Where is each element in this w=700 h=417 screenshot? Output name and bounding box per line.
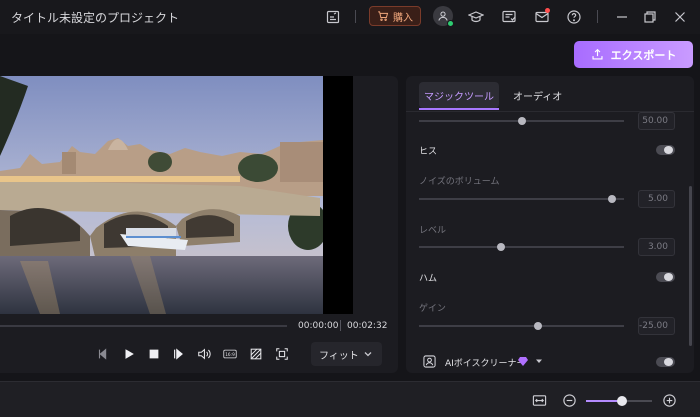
top-slider[interactable] bbox=[419, 117, 624, 125]
export-upload-icon bbox=[592, 48, 603, 60]
hiss-label: ヒス bbox=[419, 147, 438, 157]
hiss-toggle[interactable] bbox=[656, 145, 675, 155]
ai-voice-icon bbox=[423, 355, 436, 368]
tab-audio[interactable]: オーディオ bbox=[513, 88, 562, 103]
panel-tabs: マジックツール オーディオ bbox=[406, 76, 694, 112]
gain-value[interactable]: -25.00 bbox=[638, 317, 675, 335]
hum-toggle[interactable] bbox=[656, 272, 675, 282]
level-slider[interactable] bbox=[419, 243, 624, 251]
playback-progress-bar[interactable] bbox=[0, 325, 287, 327]
export-button[interactable]: エクスポート bbox=[574, 41, 693, 68]
current-time: 00:00:00 bbox=[298, 321, 339, 331]
previous-frame-button[interactable] bbox=[95, 346, 111, 362]
editor-window: タイトル未設定のプロジェクト 購入 エクスポート 00:00:00 00:02:… bbox=[0, 0, 700, 417]
close-icon[interactable] bbox=[671, 8, 689, 26]
toggle-knob bbox=[664, 273, 673, 281]
fit-timeline-button[interactable] bbox=[531, 392, 547, 408]
zoom-out-button[interactable] bbox=[561, 392, 577, 408]
project-title: タイトル未設定のプロジェクト bbox=[11, 11, 180, 25]
panel-scrollbar[interactable] bbox=[689, 186, 692, 346]
level-label: レベル bbox=[419, 226, 447, 236]
letterbox-bar bbox=[323, 76, 353, 314]
aspect-ratio-button[interactable]: 16:9 bbox=[221, 346, 239, 362]
help-icon[interactable] bbox=[565, 8, 583, 26]
total-time: 00:02:32 bbox=[347, 321, 388, 331]
titlebar-separator bbox=[355, 10, 356, 23]
fit-label: フィット bbox=[319, 350, 359, 362]
tab-magic-tools[interactable]: マジックツール bbox=[419, 82, 499, 110]
speaker-icon bbox=[198, 348, 211, 360]
ai-voice-cleaner-label: AIボイスクリーナー bbox=[445, 359, 526, 369]
hum-label: ハム bbox=[419, 274, 438, 284]
notes-icon[interactable] bbox=[324, 8, 342, 26]
minimize-icon[interactable] bbox=[613, 8, 631, 26]
title-bar: タイトル未設定のプロジェクト 購入 bbox=[0, 0, 700, 34]
titlebar-separator bbox=[597, 10, 598, 23]
user-avatar[interactable] bbox=[433, 6, 454, 27]
premium-gem-icon bbox=[518, 357, 528, 366]
fit-dropdown[interactable]: フィット bbox=[311, 342, 382, 366]
slider-knob[interactable] bbox=[533, 322, 542, 330]
cart-icon bbox=[378, 11, 389, 21]
step-forward-icon bbox=[174, 348, 183, 360]
chevron-down-icon bbox=[364, 352, 372, 357]
fullscreen-icon bbox=[276, 348, 288, 360]
timeline-toolbar bbox=[0, 381, 700, 417]
aspect-ratio-icon: 16:9 bbox=[223, 349, 237, 359]
top-slider-value[interactable]: 50.00 bbox=[638, 112, 675, 130]
stripes-icon bbox=[250, 348, 262, 360]
zoom-slider[interactable] bbox=[586, 396, 652, 406]
fullscreen-button[interactable] bbox=[274, 346, 290, 362]
online-status-dot bbox=[447, 20, 454, 27]
level-value[interactable]: 3.00 bbox=[638, 238, 675, 256]
video-preview[interactable] bbox=[0, 76, 323, 314]
export-label: エクスポート bbox=[610, 48, 677, 62]
crop-button[interactable] bbox=[248, 346, 264, 362]
next-frame-button[interactable] bbox=[171, 346, 187, 362]
slider-knob[interactable] bbox=[607, 195, 616, 203]
play-icon bbox=[125, 349, 134, 359]
slider-knob[interactable] bbox=[517, 117, 526, 125]
zoom-in-icon bbox=[662, 393, 676, 407]
step-back-icon bbox=[98, 348, 107, 360]
news-icon[interactable] bbox=[500, 8, 518, 26]
gain-slider[interactable] bbox=[419, 322, 624, 330]
stop-icon bbox=[149, 349, 159, 359]
graduation-cap-icon[interactable] bbox=[467, 8, 485, 26]
slider-knob[interactable] bbox=[497, 243, 505, 251]
ai-voice-toggle[interactable] bbox=[656, 357, 675, 367]
stop-button[interactable] bbox=[146, 346, 162, 362]
tab-magic-tools-label: マジックツール bbox=[424, 91, 494, 103]
noise-volume-label: ノイズのボリューム bbox=[419, 177, 500, 187]
time-separator bbox=[340, 320, 341, 331]
video-frame-image bbox=[0, 76, 323, 314]
preview-panel: 00:00:00 00:02:32 16:9 フィット bbox=[0, 76, 398, 373]
restore-icon[interactable] bbox=[641, 8, 659, 26]
active-tab-indicator bbox=[419, 108, 499, 110]
toggle-knob bbox=[664, 358, 673, 366]
play-button[interactable] bbox=[121, 346, 137, 362]
noise-volume-slider[interactable] bbox=[419, 195, 624, 203]
noise-volume-value[interactable]: 5.00 bbox=[638, 190, 675, 208]
zoom-slider-knob[interactable] bbox=[617, 396, 628, 406]
volume-button[interactable] bbox=[196, 346, 212, 362]
buy-button[interactable]: 購入 bbox=[369, 6, 421, 26]
audio-settings-panel: マジックツール オーディオ 50.00 ヒス ノイズのボリューム 5.00 レベ… bbox=[406, 76, 694, 373]
notification-dot bbox=[545, 8, 550, 13]
zoom-out-icon bbox=[562, 393, 576, 407]
buy-label: 購入 bbox=[393, 12, 413, 24]
gain-label: ゲイン bbox=[419, 304, 446, 314]
toggle-knob bbox=[664, 146, 673, 154]
caret-down-icon[interactable] bbox=[535, 357, 543, 365]
svg-text:16:9: 16:9 bbox=[225, 352, 235, 358]
fit-width-icon bbox=[532, 394, 546, 406]
zoom-in-button[interactable] bbox=[661, 392, 677, 408]
